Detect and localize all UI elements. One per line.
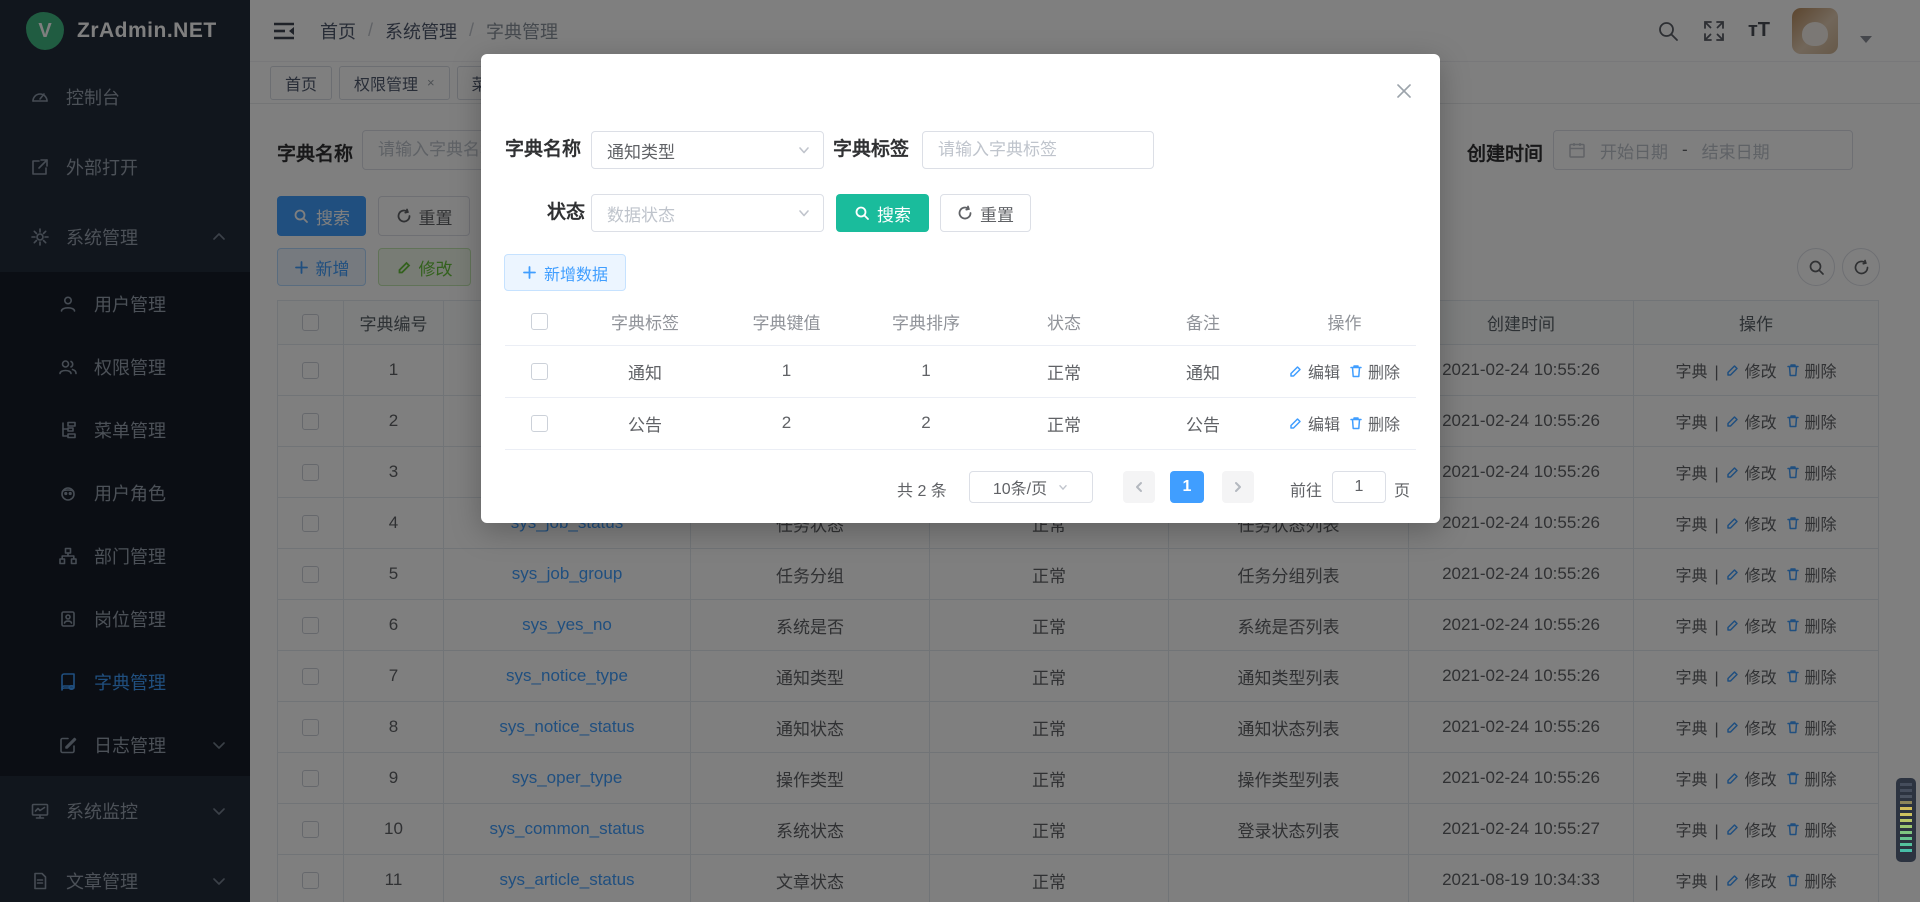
chevron-down-icon xyxy=(797,143,811,157)
modal-reset-button[interactable]: 重置 xyxy=(940,194,1031,232)
goto-page-input[interactable] xyxy=(1332,471,1386,503)
row-checkbox[interactable] xyxy=(531,363,548,380)
modal-dict-label-input[interactable] xyxy=(922,131,1154,169)
dict-data-dialog: 字典名称 通知类型 字典标签 状态 数据状态 搜索 重置 新增数据 字典标签 字… xyxy=(481,54,1440,523)
table-row: 公告 2 2 正常 公告 编辑 删除 xyxy=(505,397,1416,449)
pagination: 共 2 条 10条/页 1 前往 页 xyxy=(481,469,1416,505)
delete-link[interactable]: 删除 xyxy=(1349,359,1400,383)
page-unit-label: 页 xyxy=(1394,477,1410,501)
edit-link[interactable]: 编辑 xyxy=(1289,411,1340,435)
next-page-button[interactable] xyxy=(1222,471,1254,503)
modal-search-button[interactable]: 搜索 xyxy=(836,194,929,232)
modal-status-label: 状态 xyxy=(505,194,585,232)
select-all-checkbox[interactable] xyxy=(531,313,548,330)
table-header-row: 字典标签 字典键值 字典排序 状态 备注 操作 xyxy=(505,299,1416,345)
dict-data-table: 字典标签 字典键值 字典排序 状态 备注 操作 通知 1 1 正常 通知 编辑 … xyxy=(505,299,1416,450)
prev-page-button[interactable] xyxy=(1123,471,1155,503)
scroll-indicator-widget[interactable] xyxy=(1896,778,1916,862)
row-checkbox[interactable] xyxy=(531,415,548,432)
modal-dict-name-select[interactable]: 通知类型 xyxy=(591,131,824,169)
pagination-total: 共 2 条 xyxy=(897,477,947,501)
modal-dict-name-label: 字典名称 xyxy=(505,131,581,169)
goto-label: 前往 xyxy=(1290,477,1322,501)
current-page-button[interactable]: 1 xyxy=(1170,471,1204,503)
chevron-down-icon xyxy=(1057,481,1069,493)
page-size-select[interactable]: 10条/页 xyxy=(969,471,1093,503)
close-icon[interactable] xyxy=(1395,82,1413,100)
modal-status-select[interactable]: 数据状态 xyxy=(591,194,824,232)
edit-link[interactable]: 编辑 xyxy=(1289,359,1340,383)
add-data-button[interactable]: 新增数据 xyxy=(504,254,626,291)
modal-dict-label-label: 字典标签 xyxy=(833,131,909,169)
scroll-indicator-stripes xyxy=(1900,783,1912,857)
chevron-down-icon xyxy=(797,206,811,220)
table-row: 通知 1 1 正常 通知 编辑 删除 xyxy=(505,345,1416,397)
delete-link[interactable]: 删除 xyxy=(1349,411,1400,435)
